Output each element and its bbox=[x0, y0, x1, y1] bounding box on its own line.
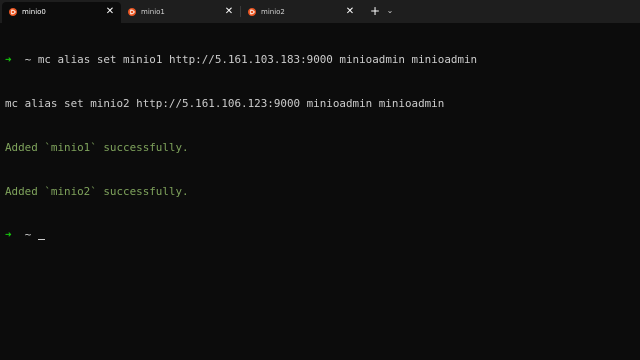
ubuntu-icon bbox=[9, 8, 17, 16]
terminal-line: ➜ ~ mc alias set minio1 http://5.161.103… bbox=[5, 53, 635, 68]
terminal-line: Added `minio1` successfully. bbox=[5, 141, 635, 156]
tab-title: minio1 bbox=[141, 8, 165, 16]
prompt-arrow-icon: ➜ bbox=[5, 53, 12, 67]
tab-minio0[interactable]: minio0 ✕ bbox=[2, 2, 121, 23]
tab-title: minio2 bbox=[261, 8, 285, 16]
prompt-arrow-icon: ➜ bbox=[5, 228, 12, 242]
tab-minio1[interactable]: minio1 ✕ bbox=[121, 2, 240, 23]
success-message: Added `minio2` successfully. bbox=[5, 184, 189, 198]
tab-bar: minio0 ✕ minio1 ✕ minio2 ✕ + ⌄ bbox=[0, 0, 640, 23]
terminal-window: minio0 ✕ minio1 ✕ minio2 ✕ + ⌄ ➜ ~ mc al… bbox=[0, 0, 640, 360]
command-text: mc alias set minio1 http://5.161.103.183… bbox=[37, 53, 478, 67]
new-tab-button[interactable]: + bbox=[368, 4, 382, 18]
close-icon[interactable]: ✕ bbox=[224, 7, 234, 17]
text-cursor bbox=[37, 239, 45, 241]
tab-minio2[interactable]: minio2 ✕ bbox=[241, 2, 361, 23]
prompt-directory: ~ bbox=[24, 228, 32, 242]
close-icon[interactable]: ✕ bbox=[105, 7, 115, 17]
terminal-line: Added `minio2` successfully. bbox=[5, 185, 635, 200]
tab-title: minio0 bbox=[22, 8, 46, 16]
terminal-line: mc alias set minio2 http://5.161.106.123… bbox=[5, 97, 635, 112]
close-icon[interactable]: ✕ bbox=[345, 7, 355, 17]
chevron-down-icon[interactable]: ⌄ bbox=[383, 4, 397, 18]
terminal-prompt-line: ➜ ~ bbox=[5, 228, 635, 243]
terminal-output[interactable]: ➜ ~ mc alias set minio1 http://5.161.103… bbox=[5, 24, 635, 272]
ubuntu-icon bbox=[248, 8, 256, 16]
output-text: mc alias set minio2 http://5.161.106.123… bbox=[5, 96, 445, 110]
success-message: Added `minio1` successfully. bbox=[5, 140, 189, 154]
prompt-directory: ~ bbox=[24, 53, 32, 67]
ubuntu-icon bbox=[128, 8, 136, 16]
